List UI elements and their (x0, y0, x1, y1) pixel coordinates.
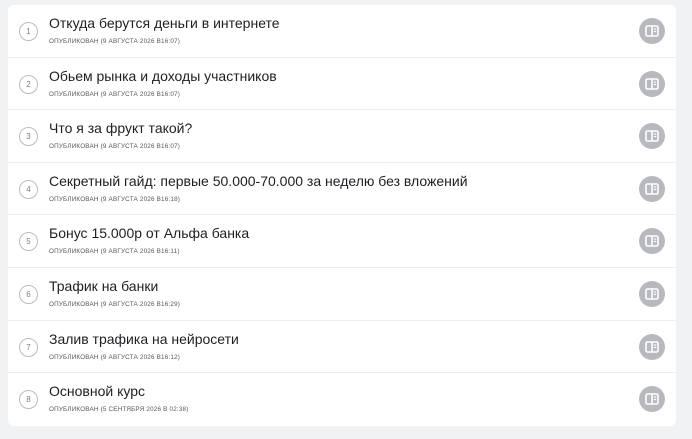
lesson-number: 3 (19, 127, 38, 147)
lesson-number: 5 (19, 232, 38, 252)
lesson-number: 2 (19, 74, 38, 94)
book-open-icon (645, 25, 659, 37)
lesson-number: 7 (19, 337, 38, 357)
open-lesson-button[interactable] (639, 333, 665, 360)
lesson-title[interactable]: Трафик на банки (49, 278, 158, 295)
lesson-published-date: ОПУБЛИКОВАН (9 АВГУСТА 2026 В16:29) (49, 300, 181, 308)
lesson-row[interactable]: 8 Основной курс ОПУБЛИКОВАН (5 СЕНТЯБРЯ … (8, 373, 676, 426)
lesson-title[interactable]: Что я за фрукт такой? (49, 120, 192, 137)
lesson-published-date: ОПУБЛИКОВАН (9 АВГУСТА 2026 В16:11) (49, 248, 180, 256)
open-lesson-button[interactable] (639, 70, 665, 97)
lesson-title[interactable]: Основной курс (49, 383, 145, 400)
book-open-icon (645, 340, 659, 353)
lesson-number: 8 (19, 390, 38, 410)
open-lesson-button[interactable] (639, 280, 665, 307)
lesson-title[interactable]: Секретный гайд: первые 50.000-70.000 за … (49, 173, 468, 190)
lesson-row[interactable]: 2 Обьем рынка и доходы участников ОПУБЛИ… (8, 58, 676, 111)
lesson-published-date: ОПУБЛИКОВАН (5 СЕНТЯБРЯ 2026 В 02:38) (49, 406, 189, 414)
book-open-icon (645, 288, 659, 300)
open-lesson-button[interactable] (639, 175, 665, 202)
open-lesson-button[interactable] (639, 123, 665, 150)
open-lesson-button[interactable] (639, 386, 665, 413)
book-open-icon (645, 182, 659, 195)
book-open-icon (645, 77, 659, 90)
lesson-number: 1 (19, 22, 38, 41)
lesson-title[interactable]: Бонус 15.000р от Альфа банка (49, 225, 249, 242)
lesson-published-date: ОПУБЛИКОВАН (9 АВГУСТА 2026 В16:12) (49, 353, 181, 361)
book-open-icon (645, 235, 659, 248)
lesson-row[interactable]: 5 Бонус 15.000р от Альфа банка ОПУБЛИКОВ… (8, 215, 676, 268)
lesson-title[interactable]: Откуда берутся деньги в интернете (49, 15, 280, 32)
lesson-title[interactable]: Залив трафика на нейросети (49, 331, 239, 348)
lesson-row[interactable]: 6 Трафик на банки ОПУБЛИКОВАН (9 АВГУСТА… (8, 268, 676, 321)
lesson-title[interactable]: Обьем рынка и доходы участников (49, 68, 277, 85)
lesson-row[interactable]: 4 Секретный гайд: первые 50.000-70.000 з… (8, 163, 676, 216)
lesson-row[interactable]: 1 Откуда берутся деньги в интернете ОПУБ… (8, 5, 676, 58)
lesson-published-date: ОПУБЛИКОВАН (9 АВГУСТА 2026 В16:07) (49, 38, 181, 45)
open-lesson-button[interactable] (639, 228, 665, 255)
lesson-published-date: ОПУБЛИКОВАН (9 АВГУСТА 2026 В16:18) (49, 195, 181, 203)
book-open-icon (645, 393, 659, 405)
lesson-list: 1 Откуда берутся деньги в интернете ОПУБ… (8, 5, 676, 426)
lesson-row[interactable]: 7 Залив трафика на нейросети ОПУБЛИКОВАН… (8, 321, 676, 374)
open-lesson-button[interactable] (639, 18, 665, 44)
book-open-icon (645, 130, 659, 142)
lesson-published-date: ОПУБЛИКОВАН (9 АВГУСТА 2026 В16:07) (49, 90, 181, 98)
lesson-number: 4 (19, 179, 38, 199)
lesson-published-date: ОПУБЛИКОВАН (9 АВГУСТА 2026 В16:07) (49, 143, 181, 151)
lesson-row[interactable]: 3 Что я за фрукт такой? ОПУБЛИКОВАН (9 А… (8, 110, 676, 163)
lesson-number: 6 (19, 284, 38, 304)
